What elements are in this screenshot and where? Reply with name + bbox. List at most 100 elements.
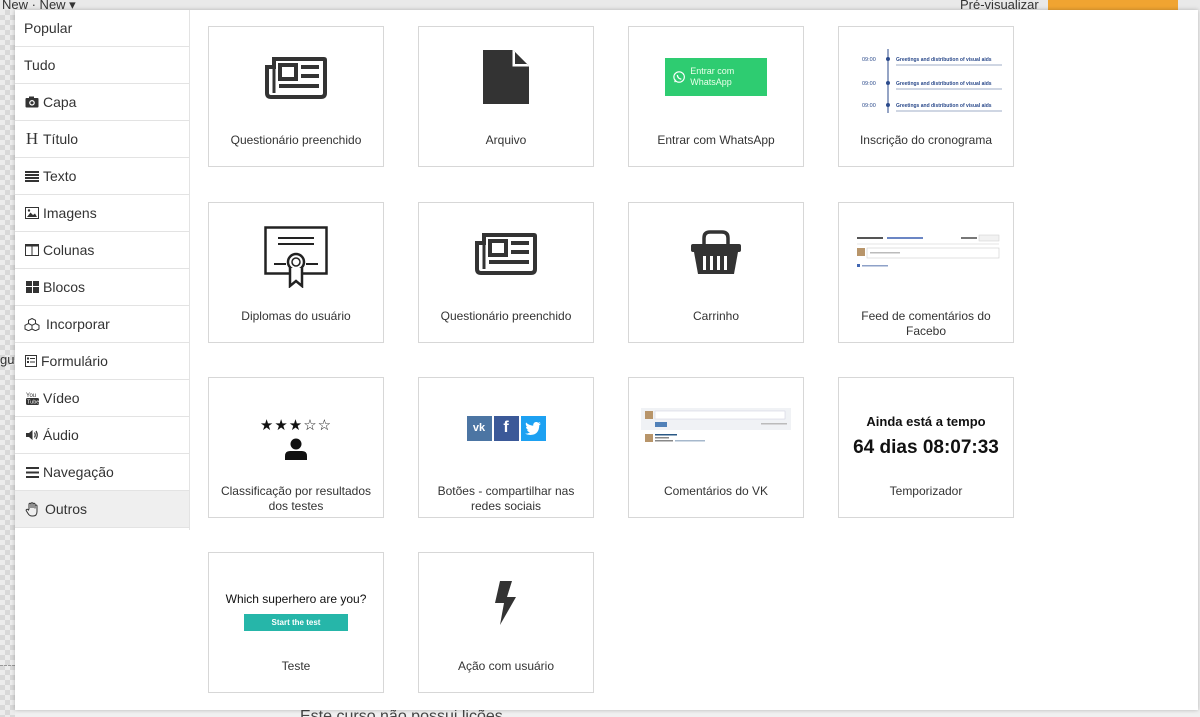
sidebar-item-label: Capa bbox=[43, 94, 77, 110]
card-label: Comentários do VK bbox=[663, 484, 769, 498]
sidebar-item-text[interactable]: Texto bbox=[15, 158, 189, 195]
sidebar-item-label: Navegação bbox=[43, 464, 114, 480]
card-thumbnail bbox=[419, 553, 593, 653]
sidebar-item-label: Formulário bbox=[41, 353, 108, 369]
sidebar-item-navigation[interactable]: Navegação bbox=[15, 454, 189, 491]
card-label: Entrar com WhatsApp bbox=[657, 133, 775, 147]
schedule-time: 09:00 bbox=[862, 57, 876, 63]
sidebar-item-cover[interactable]: Capa bbox=[15, 84, 189, 121]
quiz-start-button: Start the test bbox=[244, 613, 348, 631]
card-label: Carrinho bbox=[692, 309, 740, 323]
card-label: Feed de comentários do Facebo bbox=[861, 309, 991, 338]
schedule-title: Greetings and distribution of visual aid… bbox=[896, 103, 992, 109]
sidebar-item-blocks[interactable]: Blocos bbox=[15, 269, 189, 306]
card-label: Questionário preenchido bbox=[230, 133, 362, 147]
block-card-file[interactable]: Arquivo bbox=[418, 26, 594, 167]
sidebar-item-all[interactable]: Tudo bbox=[15, 47, 189, 84]
sidebar-item-images[interactable]: Imagens bbox=[15, 195, 189, 232]
vk-comments-preview bbox=[641, 408, 791, 442]
card-label: Arquivo bbox=[485, 133, 527, 147]
block-picker-modal: Popular Tudo Capa H Título Texto Imagens bbox=[15, 10, 1198, 710]
card-thumbnail: ★★★☆☆ bbox=[209, 398, 383, 478]
sidebar-item-audio[interactable]: Áudio bbox=[15, 417, 189, 454]
schedule-title: Greetings and distribution of visual aid… bbox=[896, 57, 992, 63]
sidebar-item-label: Blocos bbox=[43, 279, 86, 295]
card-thumbnail bbox=[419, 27, 593, 127]
sidebar-item-popular[interactable]: Popular bbox=[15, 10, 189, 47]
sidebar-item-others[interactable]: Outros bbox=[15, 491, 189, 528]
card-thumbnail: vk f bbox=[419, 378, 593, 478]
block-card-timer[interactable]: Ainda está a tempo 64 dias 08:07:33 Temp… bbox=[838, 377, 1014, 518]
block-card-test[interactable]: Which superhero are you? Start the test … bbox=[208, 552, 384, 693]
file-icon bbox=[483, 50, 529, 104]
sidebar-item-label: Outros bbox=[45, 501, 88, 517]
sidebar-item-label: Áudio bbox=[43, 427, 79, 443]
form-icon bbox=[24, 355, 38, 367]
card-thumbnail bbox=[209, 27, 383, 127]
card-label: Botões - compartilhar nas redes sociais bbox=[437, 484, 575, 513]
card-label: Questionário preenchido bbox=[440, 309, 572, 323]
sidebar-item-label: Texto bbox=[43, 168, 77, 184]
category-sidebar: Popular Tudo Capa H Título Texto Imagens bbox=[15, 10, 190, 530]
schedule-title: Greetings and distribution of visual aid… bbox=[896, 81, 992, 87]
basket-icon bbox=[691, 230, 741, 274]
columns-icon bbox=[24, 244, 40, 256]
sidebar-item-label: Tudo bbox=[24, 57, 56, 73]
block-card-user-diplomas[interactable]: Diplomas do usuário bbox=[208, 202, 384, 343]
sidebar-item-video[interactable]: You Tube Vídeo bbox=[15, 380, 189, 417]
sidebar-item-title[interactable]: H Título bbox=[15, 121, 189, 158]
block-card-whatsapp-login[interactable]: Entrar com WhatsApp Entrar com WhatsApp bbox=[628, 26, 804, 167]
card-thumbnail bbox=[629, 203, 803, 303]
vk-share-icon: vk bbox=[466, 415, 492, 441]
volume-icon bbox=[24, 429, 40, 441]
sidebar-item-label: Vídeo bbox=[43, 390, 80, 406]
card-label: Diplomas do usuário bbox=[241, 309, 351, 323]
sidebar-item-columns[interactable]: Colunas bbox=[15, 232, 189, 269]
card-thumbnail bbox=[839, 203, 1013, 303]
card-thumbnail bbox=[209, 209, 383, 305]
schedule-time: 09:00 bbox=[862, 81, 876, 87]
sidebar-item-embed[interactable]: Incorporar bbox=[15, 306, 189, 343]
card-thumbnail: 09:00 Greetings and distribution of visu… bbox=[839, 27, 1013, 127]
lightning-icon bbox=[495, 581, 516, 625]
facebook-share-icon: f bbox=[493, 415, 519, 441]
block-card-vk-comments[interactable]: Comentários do VK bbox=[628, 377, 804, 518]
schedule-preview: 09:00 Greetings and distribution of visu… bbox=[862, 49, 1002, 113]
block-card-facebook-comments[interactable]: Feed de comentários do Facebo bbox=[838, 202, 1014, 343]
sidebar-item-label: Imagens bbox=[43, 205, 97, 221]
block-card-completed-quiz[interactable]: Questionário preenchido bbox=[208, 26, 384, 167]
card-thumbnail: Which superhero are you? Start the test bbox=[209, 569, 383, 653]
camera-icon bbox=[24, 96, 40, 108]
block-card-share-buttons[interactable]: vk f Botões - compartilhar nas redes soc… bbox=[418, 377, 594, 518]
sidebar-item-label: Colunas bbox=[43, 242, 95, 258]
sidebar-item-label: Popular bbox=[24, 20, 73, 36]
facebook-comments-preview bbox=[857, 234, 1000, 267]
card-thumbnail: Entrar com WhatsApp bbox=[629, 27, 803, 127]
quiz-title: Which superhero are you? bbox=[225, 591, 367, 606]
block-card-user-action[interactable]: Ação com usuário bbox=[418, 552, 594, 693]
rating-stars: ★★★☆☆ bbox=[259, 417, 333, 434]
block-card-completed-quiz-2[interactable]: Questionário preenchido bbox=[418, 202, 594, 343]
blocks-icon bbox=[24, 281, 40, 293]
whatsapp-preview-button: Entrar com WhatsApp bbox=[665, 58, 767, 96]
card-label: Temporizador bbox=[889, 484, 963, 498]
card-label: Ação com usuário bbox=[457, 659, 555, 673]
menu-icon bbox=[24, 466, 40, 478]
svg-text:Tube: Tube bbox=[27, 400, 39, 406]
sidebar-item-form[interactable]: Formulário bbox=[15, 343, 189, 380]
background-toolbar: New · New ▾ Pré-visualizar bbox=[0, 0, 1200, 12]
twitter-share-icon bbox=[520, 415, 546, 441]
block-card-cart[interactable]: Carrinho bbox=[628, 202, 804, 343]
block-card-test-rating[interactable]: ★★★☆☆ Classificação por resultados dos t… bbox=[208, 377, 384, 518]
whatsapp-preview-text: Entrar com WhatsApp bbox=[690, 66, 735, 87]
newspaper-icon bbox=[475, 233, 537, 275]
timer-value: 64 dias 08:07:33 bbox=[853, 436, 999, 458]
user-icon bbox=[285, 438, 307, 460]
certificate-icon bbox=[264, 226, 328, 288]
sidebar-item-label: Incorporar bbox=[46, 316, 110, 332]
schedule-time: 09:00 bbox=[862, 103, 876, 109]
newspaper-icon bbox=[265, 57, 327, 99]
block-card-schedule[interactable]: 09:00 Greetings and distribution of visu… bbox=[838, 26, 1014, 167]
youtube-icon: You Tube bbox=[24, 391, 40, 405]
hand-icon bbox=[24, 501, 40, 517]
